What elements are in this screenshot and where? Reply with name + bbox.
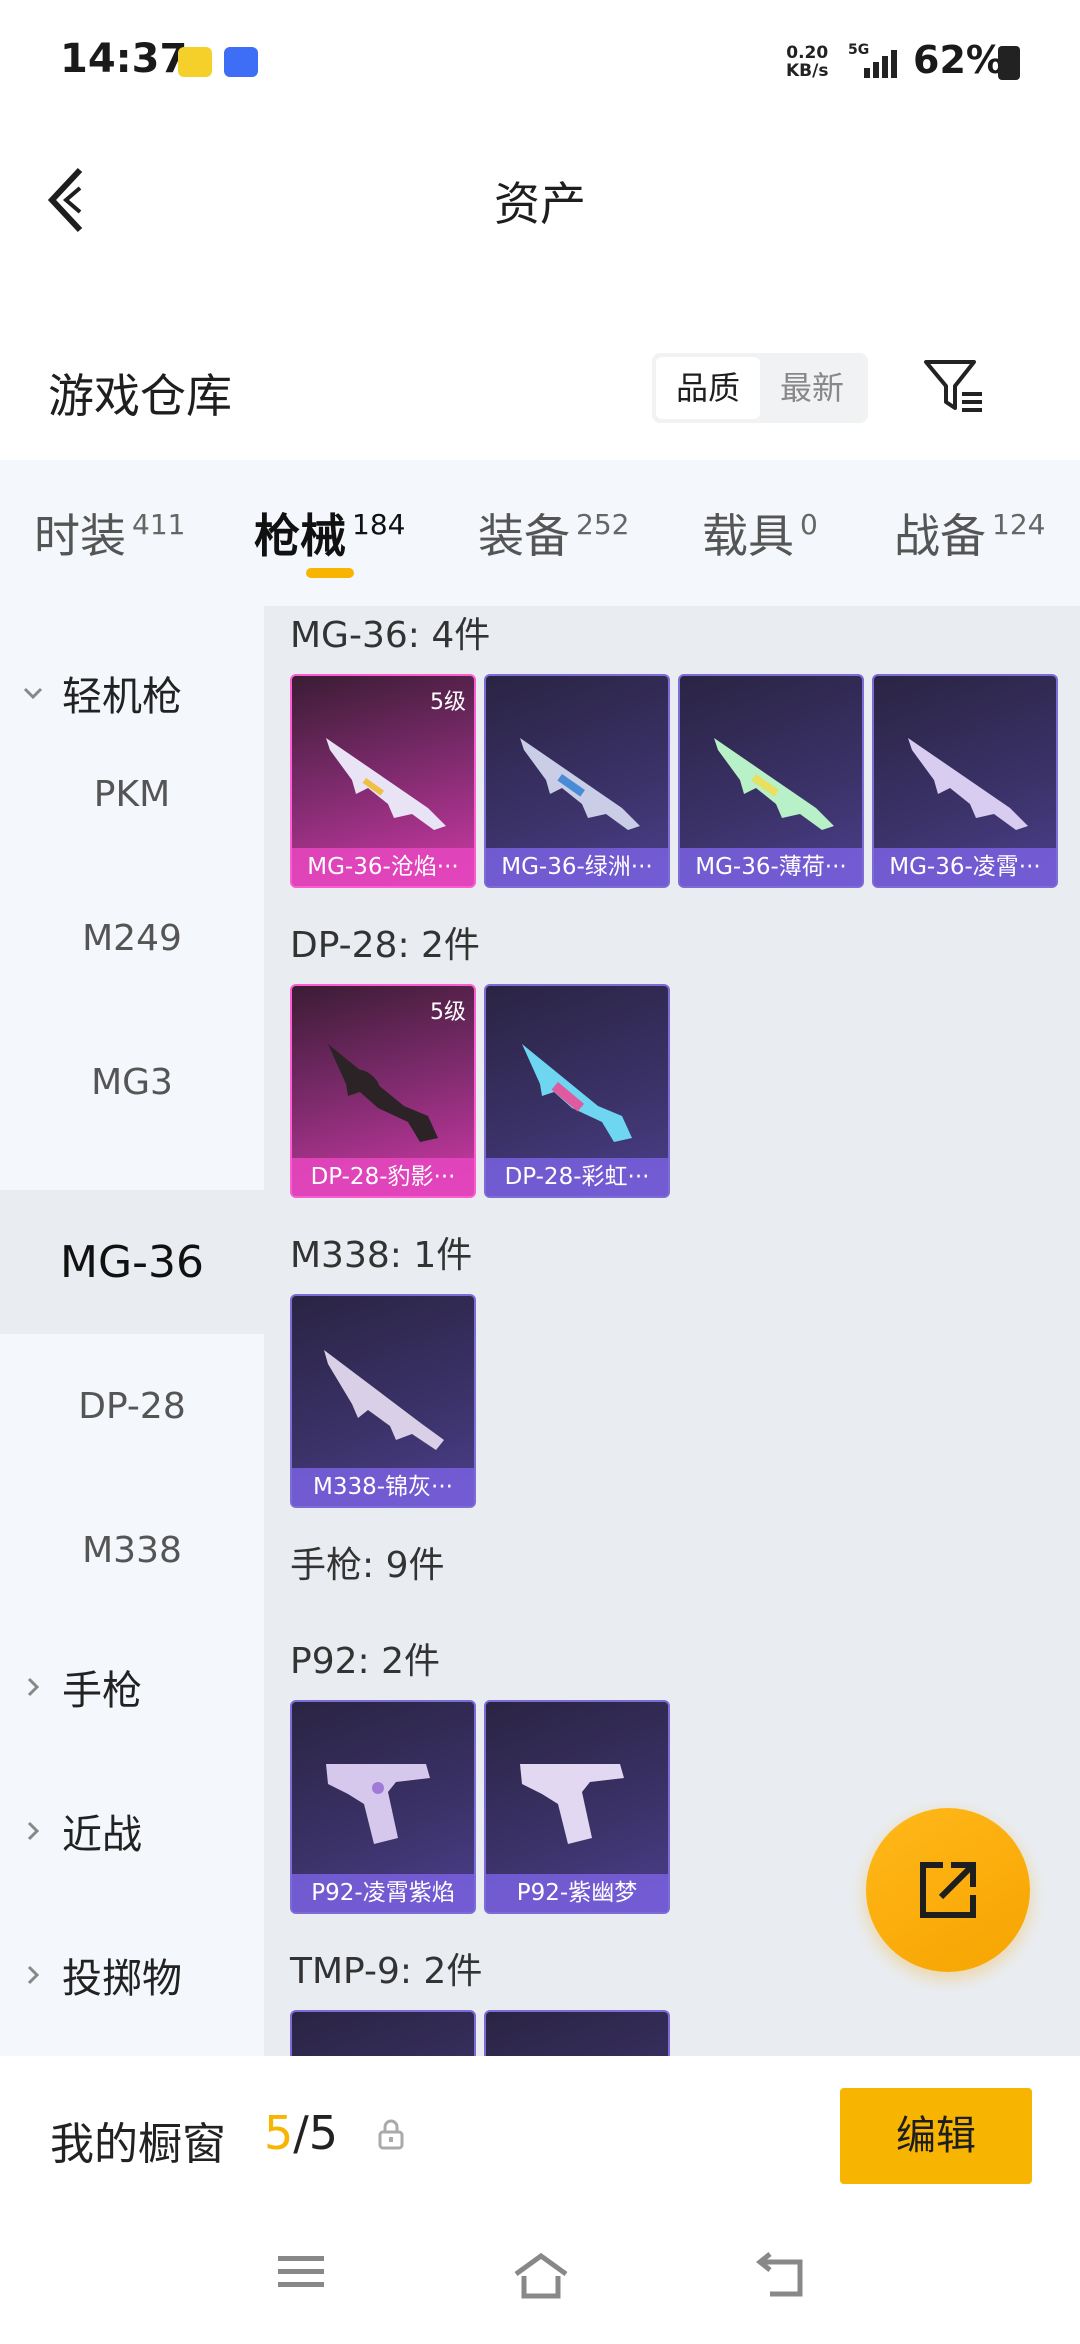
rifle-icon: [328, 1044, 438, 1142]
section-title: 手枪: 9件: [290, 1545, 445, 1586]
battery-percent: 62%: [913, 38, 1004, 82]
sidebar-group-label: 手枪: [62, 1668, 142, 1714]
sidebar-group-label: 轻机枪: [62, 674, 182, 720]
weapon-name: DP-28-豹影···: [292, 1158, 474, 1196]
weapon-card[interactable]: DP-28-彩虹···: [484, 984, 670, 1198]
sidebar-group-melee[interactable]: 近战: [22, 1802, 142, 1860]
showcase-total: 5: [308, 2106, 339, 2160]
tab-firearms[interactable]: 枪械 184: [254, 500, 405, 566]
sidebar-group-throwable[interactable]: 投掷物: [22, 1946, 182, 2004]
rifle-icon: [324, 1350, 444, 1450]
rifle-icon: [908, 738, 1028, 830]
section-title: M338: 1件: [290, 1235, 473, 1276]
weapon-name: MG-36-绿洲···: [486, 848, 668, 886]
rifle-icon: [326, 738, 446, 830]
category-tabs: 时装 411 枪械 184 装备 252 载具 0 战备 124: [0, 460, 1080, 606]
tab-equipment[interactable]: 装备 252: [478, 500, 629, 566]
showcase-current: 5: [264, 2106, 294, 2160]
home-icon[interactable]: [512, 2252, 570, 2300]
weapon-name: P92-凌霄紫焰: [292, 1874, 474, 1912]
battery-icon: [998, 46, 1020, 80]
filter-icon[interactable]: [922, 356, 986, 416]
showcase-count: 5/5: [264, 2106, 338, 2160]
rifle-icon: [520, 738, 640, 830]
status-time: 14:37: [60, 36, 188, 82]
sidebar-group-label: 近战: [62, 1812, 142, 1858]
net-speed-unit: KB/s: [786, 61, 829, 81]
sidebar-group-lmg[interactable]: 轻机枪: [22, 664, 182, 722]
chevron-right-icon: [27, 1677, 40, 1697]
weapon-card[interactable]: 5级 MG-36-沧焰···: [290, 674, 476, 888]
weapon-card[interactable]: [484, 2010, 670, 2056]
share-icon: [920, 1862, 976, 1918]
sidebar-item-m338[interactable]: M338: [0, 1478, 264, 1622]
weapon-name: MG-36-沧焰···: [292, 848, 474, 886]
weapon-card[interactable]: 5级 DP-28-豹影···: [290, 984, 476, 1198]
weapon-card[interactable]: P92-凌霄紫焰: [290, 1700, 476, 1914]
menu-icon[interactable]: [276, 2252, 326, 2292]
chevron-right-icon: [27, 1821, 40, 1841]
edit-button[interactable]: 编辑: [840, 2088, 1032, 2184]
sidebar-group-pistol[interactable]: 手枪: [22, 1658, 142, 1716]
weapon-name: MG-36-凌霄···: [874, 848, 1056, 886]
status-bar: 14:37 0.20 KB/s 5G 62%: [0, 0, 1080, 120]
tab-fashion[interactable]: 时装 411: [34, 500, 185, 566]
return-icon[interactable]: [756, 2252, 808, 2298]
weapon-sidebar: 轻机枪 PKM M249 MG3 MG-36 DP-28 M338 手枪 近战 …: [0, 606, 264, 2056]
sidebar-item-mg36[interactable]: MG-36: [0, 1190, 264, 1334]
network-type: 5G: [848, 42, 869, 58]
net-speed-value: 0.20: [786, 43, 829, 63]
sidebar-group-label: 投掷物: [62, 1956, 182, 2002]
active-tab-indicator: [306, 568, 354, 578]
weapon-card[interactable]: P92-紫幽梦: [484, 1700, 670, 1914]
sidebar-item-mg3[interactable]: MG3: [0, 1010, 264, 1154]
pistol-icon: [326, 1764, 430, 1844]
warehouse-title: 游戏仓库: [48, 369, 232, 423]
showcase-separator: /: [293, 2106, 309, 2160]
rifle-icon: [522, 1044, 632, 1142]
weapon-card[interactable]: MG-36-凌霄···: [872, 674, 1058, 888]
weapon-card[interactable]: M338-锦灰···: [290, 1294, 476, 1508]
lock-icon: [378, 2119, 404, 2150]
weapon-name: MG-36-薄荷···: [680, 848, 862, 886]
tab-combat-gear[interactable]: 战备 124: [894, 500, 1045, 566]
section-title: TMP-9: 2件: [290, 1951, 483, 1992]
weapon-card[interactable]: MG-36-薄荷···: [678, 674, 864, 888]
weapon-name: M338-锦灰···: [292, 1468, 474, 1506]
section-title: MG-36: 4件: [290, 615, 491, 656]
weapon-name: P92-紫幽梦: [486, 1874, 668, 1912]
vivo-app-icon: [224, 47, 258, 77]
notification-app-icon: [178, 47, 212, 77]
sidebar-item-dp28[interactable]: DP-28: [0, 1334, 264, 1478]
weapon-card[interactable]: MG-36-绿洲···: [484, 674, 670, 888]
network-speed: 0.20 KB/s: [786, 44, 828, 80]
sidebar-item-m249[interactable]: M249: [0, 866, 264, 1010]
share-button[interactable]: [866, 1808, 1030, 1972]
sort-toggle: 品质 最新: [652, 353, 868, 423]
section-title: DP-28: 2件: [290, 925, 480, 966]
chevron-right-icon: [27, 1965, 40, 1985]
system-nav-bar: [0, 2196, 1080, 2344]
weapon-name: DP-28-彩虹···: [486, 1158, 668, 1196]
sidebar-item-pkm[interactable]: PKM: [0, 722, 264, 866]
sort-newest-button[interactable]: 最新: [760, 357, 864, 419]
signal-icon: 5G: [848, 42, 897, 78]
chevron-down-icon: [23, 687, 43, 700]
rifle-icon: [714, 738, 834, 830]
sort-quality-button[interactable]: 品质: [656, 357, 760, 419]
pistol-icon: [520, 1764, 624, 1844]
weapon-card[interactable]: [290, 2010, 476, 2056]
showcase-label: 我的橱窗: [50, 2119, 226, 2170]
page-title: 资产: [494, 177, 586, 231]
section-title: P92: 2件: [290, 1641, 440, 1682]
tab-vehicles[interactable]: 载具 0: [702, 500, 818, 566]
